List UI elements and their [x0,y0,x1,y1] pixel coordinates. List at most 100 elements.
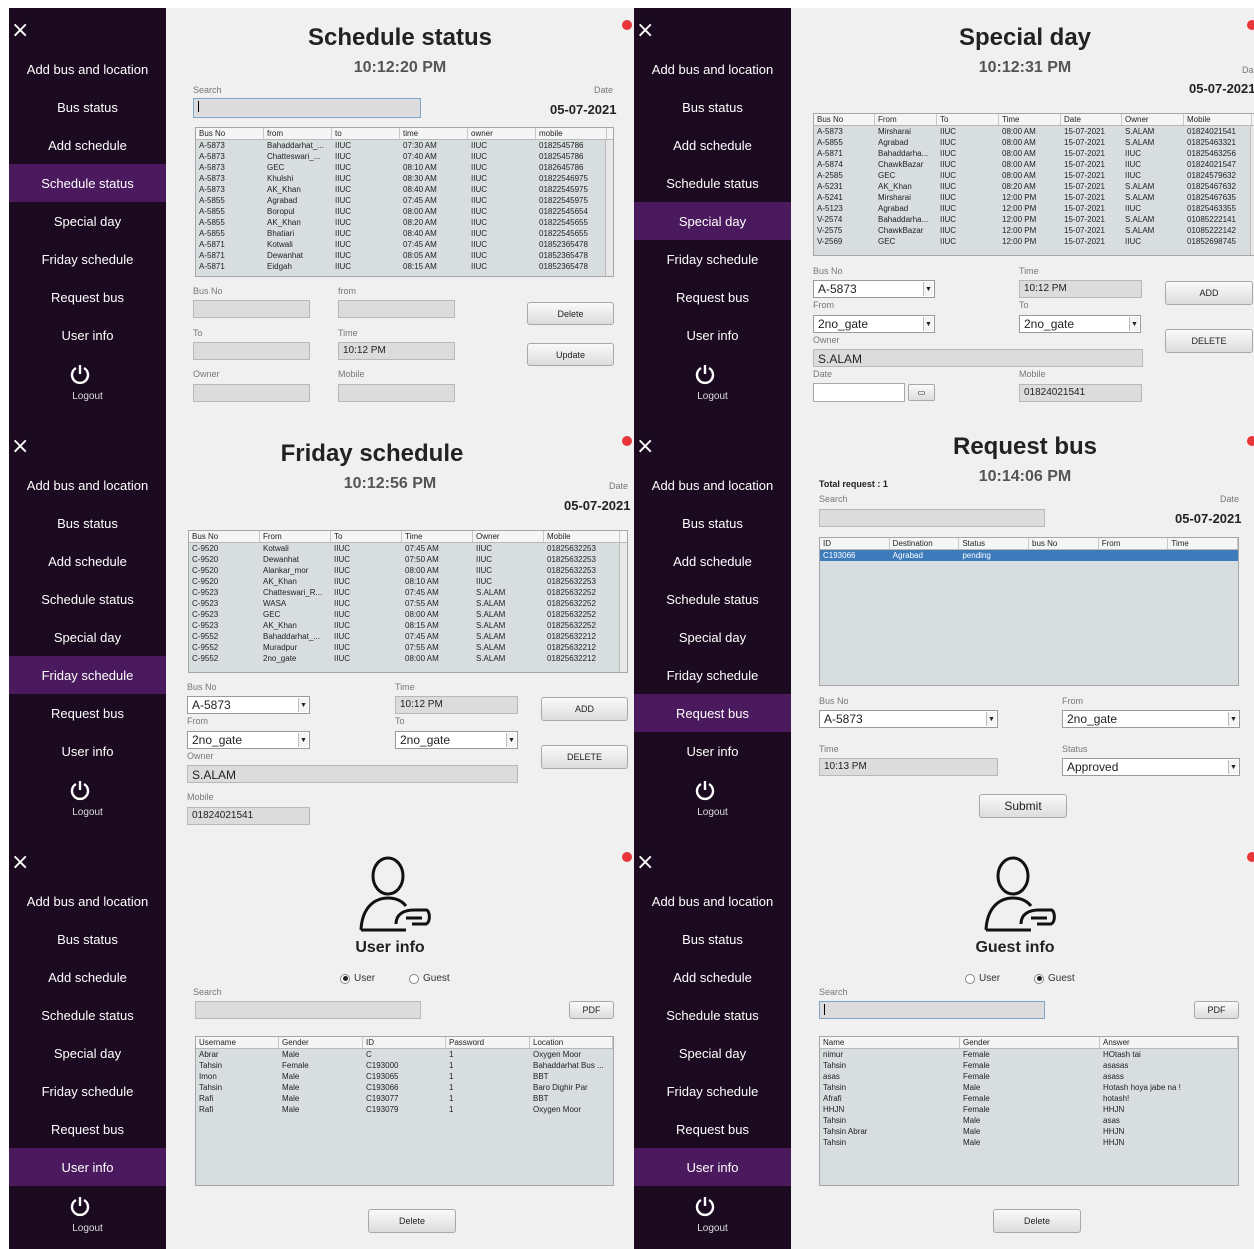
nav-special-day[interactable]: Special day [9,1034,166,1072]
table-row[interactable]: Abrar Male C 1 Oxygen Moor [196,1049,613,1060]
from-select[interactable]: 2no_gate ▼ [813,315,935,333]
col-gender[interactable]: Gender [279,1037,363,1048]
nav-schedule-status[interactable]: Schedule status [634,164,791,202]
date-picker[interactable] [813,383,905,402]
table-row[interactable]: Afrafi Female hotash! [820,1093,1238,1104]
table-row[interactable]: C-9520 Kotwali IIUC 07:45 AM IIUC 01825632253 [189,543,627,554]
nav-add-bus[interactable]: Add bus and location [9,882,166,920]
chevron-down-icon[interactable]: ▼ [923,282,933,296]
nav-schedule-status[interactable]: Schedule status [9,164,166,202]
add-button[interactable]: ADD [1165,281,1253,305]
nav-add-schedule[interactable]: Add schedule [634,126,791,164]
nav-bus-status[interactable]: Bus status [9,920,166,958]
nav-bus-status[interactable]: Bus status [9,88,166,126]
search-input[interactable] [819,1001,1045,1019]
table-row[interactable]: C-9523 Chatteswari_R... IIUC 07:45 AM S.ALAM… [189,587,627,598]
chevron-down-icon[interactable]: ▼ [298,733,308,747]
nav-add-bus[interactable]: Add bus and location [9,50,166,88]
table-row[interactable]: Tahsin Abrar Male HHJN [820,1126,1238,1137]
table-row[interactable]: HHJN Female HHJN [820,1104,1238,1115]
logout-label[interactable]: Logout [9,1223,166,1234]
col-owner[interactable]: owner [468,128,536,139]
to-field[interactable] [193,342,310,360]
nav-schedule-status[interactable]: Schedule status [9,996,166,1034]
chevron-down-icon[interactable]: ▼ [923,317,933,331]
delete-button[interactable]: Delete [527,302,614,325]
table-scrollbar[interactable] [1250,126,1254,255]
col-bus-no[interactable]: bus No [1029,538,1099,549]
table-row[interactable]: A-5855 Boropul IIUC 08:00 AM IIUC 01822545654 [196,206,613,217]
col-from[interactable]: From [875,114,937,125]
chevron-down-icon[interactable]: ▼ [506,733,516,747]
nav-add-schedule[interactable]: Add schedule [9,958,166,996]
table-row[interactable]: A-5241 Mirsharai IIUC 12:00 PM 15-07-2021 S.A… [814,192,1254,203]
nav-request-bus[interactable]: Request bus [9,1110,166,1148]
close-icon[interactable]: × [11,436,29,458]
nav-bus-status[interactable]: Bus status [634,88,791,126]
table-row[interactable]: Imon Male C193065 1 BBT [196,1071,613,1082]
radio-off-icon[interactable] [965,973,975,984]
radio-guest[interactable]: Guest [409,973,450,984]
table-row[interactable]: C-9520 Alankar_mor IIUC 08:00 AM IIUC 0182563… [189,565,627,576]
logout-label[interactable]: Logout [9,807,166,818]
nav-friday-schedule[interactable]: Friday schedule [634,1072,791,1110]
mobile-field[interactable]: 01824021541 [1019,384,1142,402]
nav-special-day[interactable]: Special day [634,618,791,656]
table-row[interactable]: A-5874 ChawkBazar IIUC 08:00 AM 15-07-2021 II… [814,159,1254,170]
nav-user-info[interactable]: User info [9,316,166,354]
power-icon[interactable] [69,363,91,385]
close-icon[interactable]: × [11,852,29,874]
radio-user[interactable]: User [965,973,1000,984]
col-time[interactable]: Time [999,114,1061,125]
table-row[interactable]: A-5855 Agrabad IIUC 07:45 AM IIUC 01822545975 [196,195,613,206]
table-row[interactable]: C-9552 2no_gate IIUC 08:00 AM S.ALAM 01825632… [189,653,627,664]
schedule-table[interactable]: Bus No from to time owner mobile A-5873 B… [195,127,614,277]
radio-on-icon[interactable] [340,973,350,984]
nav-user-info[interactable]: User info [9,732,166,770]
nav-bus-status[interactable]: Bus status [634,920,791,958]
mobile-field[interactable] [338,384,455,402]
table-row[interactable]: Tahsin Male asas [820,1115,1238,1126]
table-row[interactable]: A-5123 Agrabad IIUC 12:00 PM 15-07-2021 IIUC 0… [814,203,1254,214]
delete-button[interactable]: DELETE [1165,329,1253,353]
col-password[interactable]: Password [446,1037,530,1048]
power-icon[interactable] [694,363,716,385]
table-row[interactable]: A-5873 GEC IIUC 08:10 AM IIUC 0182645786 [196,162,613,173]
add-button[interactable]: ADD [541,697,628,721]
nav-user-info[interactable]: User info [634,1148,791,1186]
nav-schedule-status[interactable]: Schedule status [634,996,791,1034]
power-icon[interactable] [694,1195,716,1217]
table-row[interactable]: A-5873 AK_Khan IIUC 08:40 AM IIUC 01822545975 [196,184,613,195]
nav-add-schedule[interactable]: Add schedule [9,126,166,164]
calendar-icon[interactable]: ▭ [908,384,935,401]
col-destination[interactable]: Destination [890,538,960,549]
nav-special-day[interactable]: Special day [9,202,166,240]
table-scrollbar[interactable] [605,140,613,276]
table-row[interactable]: Tahsin Female asasas [820,1060,1238,1071]
col-bus-no[interactable]: Bus No [189,531,260,542]
logout-label[interactable]: Logout [634,807,791,818]
chevron-down-icon[interactable]: ▼ [1228,760,1238,774]
radio-user[interactable]: User [340,973,375,984]
table-row[interactable]: A-5873 Mirsharai IIUC 08:00 AM 15-07-2021 S.A… [814,126,1254,137]
owner-field[interactable] [193,384,310,402]
delete-button[interactable]: DELETE [541,745,628,769]
nav-user-info[interactable]: User info [9,1148,166,1186]
table-row[interactable]: V-2575 ChawkBazar IIUC 12:00 PM 15-07-2021 S.… [814,225,1254,236]
table-row[interactable]: C-9552 Bahaddarhat_... IIUC 07:45 AM S.ALAM 0… [189,631,627,642]
table-row[interactable]: C-9520 AK_Khan IIUC 08:10 AM IIUC 01825632253 [189,576,627,587]
logout-label[interactable]: Logout [634,1223,791,1234]
table-row[interactable]: A-5873 Chatteswari_... IIUC 07:40 AM IIUC 018… [196,151,613,162]
table-row[interactable]: V-2574 Bahaddarha... IIUC 12:00 PM 15-07-202… [814,214,1254,225]
nav-request-bus[interactable]: Request bus [9,694,166,732]
col-time[interactable]: time [400,128,468,139]
table-row[interactable]: Tahsin Male C193066 1 Baro Dighir Par [196,1082,613,1093]
from-select[interactable]: 2no_gate ▼ [187,731,310,749]
col-id[interactable]: ID [820,538,890,549]
nav-user-info[interactable]: User info [634,316,791,354]
time-field[interactable]: 10:12 PM [338,342,455,360]
table-row[interactable]: A-5871 Kotwali IIUC 07:45 AM IIUC 01852365478 [196,239,613,250]
time-field[interactable]: 10:12 PM [395,696,518,714]
close-icon[interactable]: × [636,20,654,42]
request-table[interactable]: ID Destination Status bus No From Time C… [819,537,1239,686]
